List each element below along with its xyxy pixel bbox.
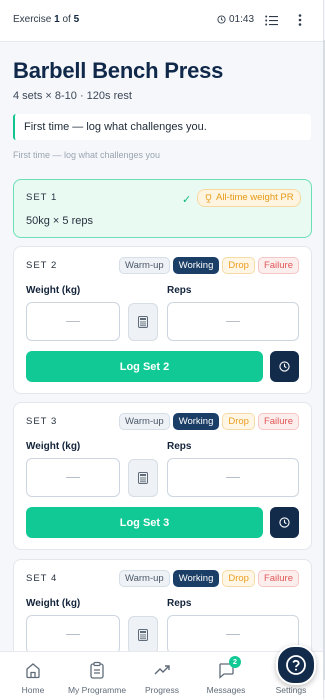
set-type-warmup[interactable]: Warm-up — [118, 257, 170, 274]
exercise-prescription: 4 sets × 8-10 · 120s rest — [13, 90, 132, 102]
set-label: SET 3 — [26, 416, 58, 427]
rest-timer-button[interactable] — [270, 351, 299, 382]
plate-calculator-button[interactable] — [128, 303, 158, 341]
nav-label: Home — [21, 685, 45, 695]
unread-badge: 2 — [229, 656, 241, 668]
reps-label: Reps — [167, 441, 192, 452]
nav-home[interactable]: Home — [1, 652, 65, 700]
weight-label: Weight (kg) — [26, 285, 81, 296]
exercise-note-text: First time — log what challenges you. — [24, 121, 207, 133]
set-label: SET 2 — [26, 260, 58, 271]
log-set-button[interactable]: Log Set 2 — [26, 351, 263, 382]
set-type-working[interactable]: Working — [172, 570, 220, 587]
set-card: SET 3 Warm-up Working Drop Failure Weigh… — [13, 402, 312, 550]
exercise-of: of — [62, 14, 71, 25]
bottom-navigation: Home My Programme Progress 2 Messages Se… — [0, 651, 323, 700]
reps-input[interactable] — [167, 302, 299, 341]
clipboard-icon — [88, 661, 106, 679]
home-icon — [24, 661, 42, 679]
set-label: SET 1 — [26, 192, 58, 203]
rest-timer-button[interactable] — [270, 507, 299, 538]
set-type-selector: Warm-up Working Drop Failure — [118, 413, 299, 430]
exercise-note: First time — log what challenges you. — [13, 114, 311, 140]
set-type-failure[interactable]: Failure — [257, 257, 299, 274]
completed-set-card: SET 1 ✓ All-time weight PR 50kg × 5 reps — [13, 179, 312, 238]
set-type-warmup[interactable]: Warm-up — [118, 570, 170, 587]
weight-input[interactable] — [26, 615, 120, 654]
nav-messages[interactable]: 2 Messages — [194, 652, 258, 700]
plate-calculator-button[interactable] — [128, 616, 158, 654]
set-card: SET 2 Warm-up Working Drop Failure Weigh… — [13, 246, 312, 394]
set-type-drop[interactable]: Drop — [222, 570, 255, 587]
list-view-button[interactable] — [263, 12, 279, 28]
set-label: SET 4 — [26, 573, 58, 584]
nav-progress[interactable]: Progress — [130, 652, 194, 700]
set-type-working[interactable]: Working — [172, 413, 220, 430]
timer-value: 01:43 — [229, 14, 255, 25]
exercise-current: 1 — [54, 14, 60, 25]
weight-input[interactable] — [26, 302, 120, 341]
set-type-warmup[interactable]: Warm-up — [118, 413, 170, 430]
pr-badge-label: All-time weight PR — [216, 192, 294, 203]
trend-up-icon — [153, 661, 171, 679]
nav-my-programme[interactable]: My Programme — [65, 652, 129, 700]
chat-icon: 2 — [217, 656, 241, 679]
weight-label: Weight (kg) — [26, 441, 81, 452]
nav-label: Settings — [275, 685, 307, 695]
calculator-icon — [138, 472, 148, 484]
set-type-drop[interactable]: Drop — [222, 257, 255, 274]
check-icon: ✓ — [182, 194, 192, 206]
exercise-word: Exercise — [13, 14, 52, 25]
reps-label: Reps — [167, 598, 192, 609]
plate-calculator-button[interactable] — [128, 459, 158, 497]
set-type-failure[interactable]: Failure — [257, 570, 299, 587]
nav-label: My Programme — [67, 685, 127, 695]
completed-set-summary: 50kg × 5 reps — [26, 215, 93, 227]
exercise-note-hint: First time — log what challenges you — [13, 150, 161, 160]
calculator-icon — [138, 316, 148, 328]
reps-input[interactable] — [167, 458, 299, 497]
reps-label: Reps — [167, 285, 192, 296]
help-icon — [286, 655, 306, 675]
top-bar: Exercise 1 of 5 01:43 — [0, 0, 323, 42]
trophy-icon — [205, 193, 212, 203]
pr-badge: All-time weight PR — [197, 189, 301, 207]
nav-label: Messages — [206, 685, 246, 695]
set-type-selector: Warm-up Working Drop Failure — [118, 570, 299, 587]
exercise-total: 5 — [73, 14, 80, 25]
log-set-button[interactable]: Log Set 3 — [26, 507, 263, 538]
weight-input[interactable] — [26, 458, 120, 497]
help-button[interactable] — [276, 645, 316, 685]
exercise-title: Barbell Bench Press — [13, 58, 224, 83]
more-options-button[interactable] — [292, 12, 308, 28]
clock-icon — [279, 517, 290, 528]
workout-timer: 01:43 — [217, 14, 254, 25]
set-type-selector: Warm-up Working Drop Failure — [118, 257, 299, 274]
set-type-working[interactable]: Working — [172, 257, 220, 274]
calculator-icon — [138, 629, 148, 641]
clock-icon — [279, 361, 290, 372]
set-type-drop[interactable]: Drop — [222, 413, 255, 430]
list-icon — [264, 15, 278, 25]
clock-icon — [217, 15, 226, 24]
weight-label: Weight (kg) — [26, 598, 81, 609]
reps-input[interactable] — [167, 615, 299, 654]
more-vertical-icon — [298, 14, 302, 26]
app-screen: Exercise 1 of 5 01:43 Barbell Bench Pres… — [0, 0, 324, 700]
exercise-counter: Exercise 1 of 5 — [13, 14, 79, 25]
set-type-failure[interactable]: Failure — [257, 413, 299, 430]
nav-label: Progress — [144, 685, 179, 695]
